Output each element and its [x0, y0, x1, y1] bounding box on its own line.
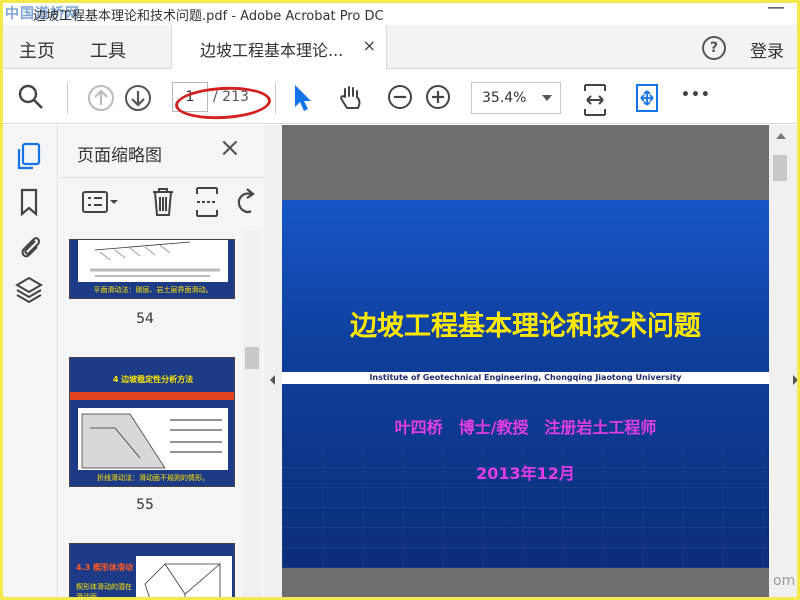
page-thumbnails-icon[interactable]	[15, 141, 43, 175]
close-panel-icon[interactable]: ×	[219, 133, 241, 163]
nav-tools[interactable]: 工具	[90, 37, 126, 63]
document-tab-label: 边坡工程基本理论...	[200, 41, 344, 60]
main-toolbar: 1 / 213 35.4% •••	[3, 70, 797, 124]
slide-date: 2013年12月	[476, 464, 575, 483]
close-tab-icon[interactable]: ×	[363, 36, 376, 55]
window-title: 边坡工程基本理论和技术问题.pdf - Adobe Acrobat Pro DC	[33, 9, 384, 24]
next-page-icon[interactable]	[123, 83, 153, 117]
toolbar-divider	[67, 82, 68, 114]
extract-pages-icon[interactable]	[193, 186, 221, 222]
zoom-in-icon[interactable]	[424, 83, 452, 115]
thumbnail-options-icon[interactable]	[81, 188, 119, 220]
title-bar: 中国道桥网 边坡工程基本理论和技术问题.pdf - Adobe Acrobat …	[3, 3, 797, 25]
layers-icon[interactable]	[15, 275, 43, 309]
zoom-out-icon[interactable]	[386, 83, 414, 115]
app-window: 中国道桥网 边坡工程基本理论和技术问题.pdf - Adobe Acrobat …	[3, 3, 797, 597]
document-tab[interactable]: 边坡工程基本理论... ×	[171, 25, 387, 69]
hand-tool-icon[interactable]	[336, 83, 366, 117]
help-icon[interactable]: ?	[702, 36, 726, 60]
thumbnail-figure	[136, 556, 232, 597]
panel-collapse-handle[interactable]	[264, 125, 282, 597]
slide-institute-band: Institute of Geotechnical Engineering, C…	[282, 372, 769, 384]
thumbnail-scrollbar[interactable]	[243, 231, 261, 597]
slide-title: 边坡工程基本理论和技术问题	[350, 311, 701, 342]
thumbnail-page-number: 54	[136, 311, 154, 327]
left-navigation-rail	[3, 125, 58, 597]
bookmark-icon[interactable]	[15, 187, 43, 221]
slide-author: 叶四桥 博士/教授 注册岩土工程师	[394, 418, 657, 437]
thumbnail-panel: 页面缩略图 × 平面滑动法：刚层、岩土层界面滑动。 54 4 边坡稳定性分析方法…	[59, 125, 264, 597]
attachment-icon[interactable]	[15, 231, 43, 265]
toolbar-divider	[275, 82, 276, 114]
thumbnail-figure	[70, 392, 234, 470]
thumbnail-caption: 平面滑动法：刚层、岩土层界面滑动。	[93, 286, 213, 294]
nav-home[interactable]: 主页	[19, 37, 55, 63]
scrollbar-thumb[interactable]	[245, 347, 259, 369]
zoom-level-value: 35.4%	[482, 90, 527, 106]
search-icon[interactable]	[17, 83, 45, 115]
pdf-page-1: 边坡工程基本理论和技术问题 Institute of Geotechnical …	[282, 200, 769, 568]
document-view[interactable]: 边坡工程基本理论和技术问题 Institute of Geotechnical …	[282, 125, 769, 597]
thumbnail-list: 平面滑动法：刚层、岩土层界面滑动。 54 4 边坡稳定性分析方法 折线滑动法：滑…	[59, 231, 264, 597]
full-screen-icon[interactable]	[633, 83, 661, 117]
panel-toolbar	[59, 177, 264, 227]
expand-right-icon[interactable]	[793, 375, 797, 385]
tab-bar: 主页 工具 边坡工程基本理论... × ? 登录	[3, 25, 797, 69]
thumbnail-page-number: 55	[136, 497, 154, 513]
site-watermark-bottom: om	[773, 573, 796, 589]
panel-title: 页面缩略图	[77, 146, 162, 166]
thumbnail-page-54[interactable]: 平面滑动法：刚层、岩土层界面滑动。	[69, 239, 235, 299]
slide-institute: Institute of Geotechnical Engineering, C…	[369, 373, 682, 382]
login-button[interactable]: 登录	[750, 37, 784, 62]
scrollbar-thumb[interactable]	[773, 155, 787, 181]
thumbnail-caption: 折线滑动法：滑动面不规则的情形。	[97, 474, 209, 482]
thumbnail-page-56[interactable]: 4.3 楔形体滑动 楔形体滑动的潜在滑动面	[69, 543, 235, 597]
chevron-down-icon	[542, 95, 552, 101]
zoom-level-select[interactable]: 35.4%	[471, 82, 561, 114]
select-cursor-icon[interactable]	[291, 83, 315, 117]
thumbnail-page-55[interactable]: 4 边坡稳定性分析方法 折线滑动法：滑动面不规则的情形。	[69, 357, 235, 487]
minimize-button[interactable]: —	[767, 3, 785, 18]
document-scrollbar[interactable]	[769, 125, 797, 597]
previous-page-icon[interactable]	[86, 83, 116, 117]
rotate-icon[interactable]	[233, 186, 259, 222]
trash-icon[interactable]	[149, 186, 177, 222]
fit-page-icon[interactable]	[581, 83, 609, 121]
scroll-up-icon[interactable]	[776, 133, 786, 139]
more-tools-icon[interactable]: •••	[681, 87, 711, 103]
